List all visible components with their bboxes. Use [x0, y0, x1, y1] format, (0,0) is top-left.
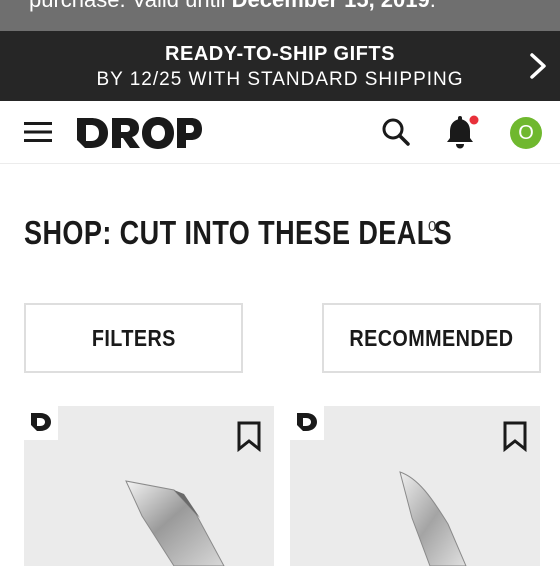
navbar: O	[0, 101, 560, 164]
shipping-banner-title: READY-TO-SHIP GIFTS	[165, 43, 395, 65]
bell-icon[interactable]	[445, 114, 479, 150]
promo-banner-top: purchase. Valid until December 15, 2019.	[0, 0, 560, 31]
search-icon[interactable]	[381, 117, 411, 147]
bookmark-icon[interactable]	[236, 420, 262, 452]
shipping-banner-subtitle: BY 12/25 WITH STANDARD SHIPPING	[96, 69, 464, 90]
filters-button[interactable]: FILTERS	[24, 303, 243, 373]
page-title: SHOP: CUT INTO THESE DEALS	[24, 214, 453, 251]
promo-text-start: purchase. Valid until	[29, 0, 232, 12]
product-card[interactable]	[24, 406, 274, 566]
drop-badge	[290, 406, 324, 440]
avatar[interactable]: O	[510, 117, 542, 149]
promo-text-end: .	[430, 0, 436, 12]
promo-text-date: December 15, 2019	[232, 0, 430, 12]
shipping-banner[interactable]: READY-TO-SHIP GIFTS BY 12/25 WITH STANDA…	[0, 31, 560, 101]
chevron-right-icon[interactable]	[526, 51, 550, 81]
drop-badge	[24, 406, 58, 440]
notification-dot	[469, 115, 479, 125]
product-card[interactable]	[290, 406, 540, 566]
sort-button[interactable]: RECOMMENDED	[322, 303, 541, 373]
drop-logo-icon	[31, 413, 51, 431]
menu-icon[interactable]	[24, 120, 52, 144]
filters-button-label: FILTERS	[91, 324, 176, 351]
sort-button-label: RECOMMENDED	[349, 324, 514, 351]
drop-logo[interactable]	[75, 114, 203, 152]
bookmark-icon[interactable]	[502, 420, 528, 452]
drop-logo-icon	[297, 413, 317, 431]
promo-text: purchase. Valid until December 15, 2019.	[29, 0, 436, 13]
title-count: 0	[428, 218, 437, 235]
